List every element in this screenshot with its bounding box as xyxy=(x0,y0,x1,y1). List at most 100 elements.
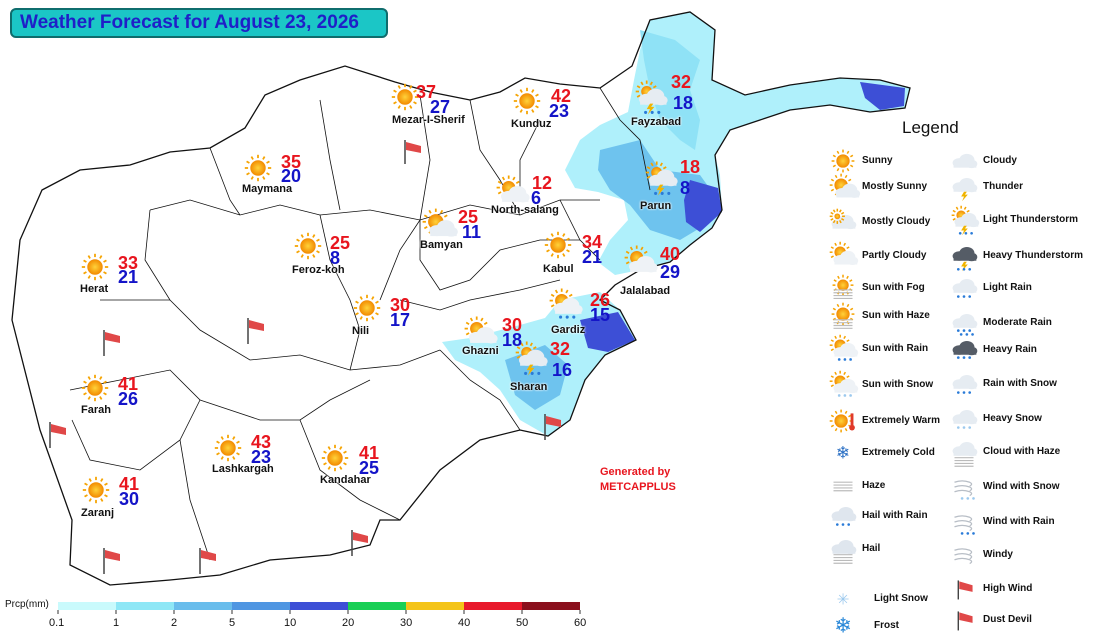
legend-item: Moderate Rain xyxy=(983,317,1052,328)
legend-item: Light Rain xyxy=(983,282,1032,293)
legend-item: Hail xyxy=(862,543,881,554)
colorbar-segment xyxy=(406,602,464,610)
sunny-icon xyxy=(831,149,855,173)
hail-with-rain-icon xyxy=(831,506,857,526)
city-name: Farah xyxy=(81,404,111,416)
wind-with-snow-icon xyxy=(954,480,975,500)
max-temp: 18 xyxy=(680,157,701,177)
legend-item: Sun with Rain xyxy=(862,343,929,354)
min-temp: 11 xyxy=(462,222,482,242)
moderate-rain-icon xyxy=(952,313,978,336)
legend-item: Haze xyxy=(862,480,886,491)
colorbar-tick-label: 10 xyxy=(284,617,297,629)
cloud-with-haze-icon xyxy=(952,442,978,467)
city-name: Fayzabad xyxy=(631,116,682,128)
legend-item: High Wind xyxy=(983,583,1033,594)
sunny-icon xyxy=(353,294,381,322)
city-name: Nili xyxy=(352,325,370,337)
min-temp: 30 xyxy=(119,489,140,509)
legend-item: Sun with Fog xyxy=(862,282,925,293)
colorbar-segment xyxy=(522,602,580,610)
legend-item: Wind with Snow xyxy=(983,481,1060,492)
max-temp: 32 xyxy=(550,339,571,359)
high-wind-icon xyxy=(957,580,973,600)
dust-devil-icon xyxy=(957,611,973,631)
min-temp: 26 xyxy=(118,389,139,409)
heavy-snow-icon xyxy=(952,409,978,429)
credit-note: Generated by METCAPPLUS xyxy=(600,465,676,495)
legend-item: Frost xyxy=(874,620,899,631)
windy-icon xyxy=(954,548,973,565)
legend-item: Hail with Rain xyxy=(862,510,928,521)
mostly-cloudy-icon xyxy=(829,208,857,230)
colorbar-segment xyxy=(116,602,174,610)
extremely-warm-icon xyxy=(829,409,855,433)
colorbar-tick-label: 0.1 xyxy=(49,617,65,629)
hail-icon xyxy=(831,539,857,564)
sunny-icon xyxy=(544,231,572,259)
legend-item: Heavy Rain xyxy=(983,344,1037,355)
sunny-icon xyxy=(81,374,109,402)
city-name: Zaranj xyxy=(81,507,115,519)
min-temp: 23 xyxy=(251,447,272,467)
light-thunderstorm-icon xyxy=(951,205,980,236)
min-temp: 16 xyxy=(552,360,573,380)
rain-with-snow-icon xyxy=(952,374,978,394)
partly-cloudy-icon xyxy=(829,241,859,266)
city-name: North-salang xyxy=(491,204,559,216)
sun-with-haze-icon xyxy=(831,302,855,329)
sunny-icon xyxy=(82,476,110,504)
sunny-icon xyxy=(321,444,349,472)
city-name: Ghazni xyxy=(462,345,499,357)
cloudy-icon xyxy=(952,153,978,169)
colorbar-segment xyxy=(290,602,348,610)
min-temp: 18 xyxy=(673,93,694,113)
mostly-sunny-icon xyxy=(829,173,861,198)
legend-item: Heavy Thunderstorm xyxy=(983,250,1084,261)
colorbar-label: Prcp(mm) xyxy=(5,599,49,610)
city-name: Gardiz xyxy=(551,324,586,336)
sunny-icon xyxy=(294,232,322,260)
min-temp: 23 xyxy=(549,101,570,121)
min-temp: 25 xyxy=(359,458,380,478)
city-name: Sharan xyxy=(510,381,548,393)
colorbar-tick-label: 50 xyxy=(516,617,529,629)
page-title: Weather Forecast for August 23, 2026 xyxy=(10,8,388,38)
min-temp: 20 xyxy=(281,166,302,186)
city-name: Kabul xyxy=(543,263,574,275)
legend-item: Extremely Cold xyxy=(862,447,935,458)
svg-text:❄: ❄ xyxy=(834,614,852,637)
legend-item: Sunny xyxy=(862,155,893,166)
min-temp: 27 xyxy=(430,97,451,117)
city-name: Herat xyxy=(80,283,109,295)
legend-item: Dust Devil xyxy=(983,614,1032,625)
legend-item: Rain with Snow xyxy=(983,378,1057,389)
colorbar-tick-label: 60 xyxy=(574,617,587,629)
city-name: Kunduz xyxy=(511,118,552,130)
mostly-sunny-icon xyxy=(422,208,458,237)
colorbar-tick-label: 5 xyxy=(229,617,236,629)
credit-line-2: METCAPPLUS xyxy=(600,481,676,493)
svg-text:❄: ❄ xyxy=(836,444,850,464)
legend-item: Mostly Sunny xyxy=(862,181,928,192)
light-snow-icon: ✳ xyxy=(837,591,850,609)
city-name: Jalalabad xyxy=(620,285,671,297)
colorbar-segment xyxy=(174,602,232,610)
svg-text:✳: ✳ xyxy=(837,591,850,609)
sunny-icon xyxy=(214,434,242,462)
max-temp: 32 xyxy=(671,72,692,92)
legend-title: Legend xyxy=(902,118,959,137)
sunny-icon xyxy=(244,154,272,182)
colorbar-tick-label: 40 xyxy=(458,617,471,629)
min-temp: 17 xyxy=(390,310,411,330)
min-temp: 29 xyxy=(660,262,681,282)
sunny-icon xyxy=(513,87,541,115)
colorbar-segment xyxy=(464,602,522,610)
city-name: Parun xyxy=(640,200,672,212)
afghanistan-map: ❄ ✳ ❄ xyxy=(11,11,980,637)
legend-item: Windy xyxy=(983,549,1013,560)
min-temp: 6 xyxy=(531,188,542,208)
min-temp: 15 xyxy=(590,305,611,325)
city-name: Mezar-I-Sherif xyxy=(392,114,465,126)
thunder-icon xyxy=(952,177,978,202)
